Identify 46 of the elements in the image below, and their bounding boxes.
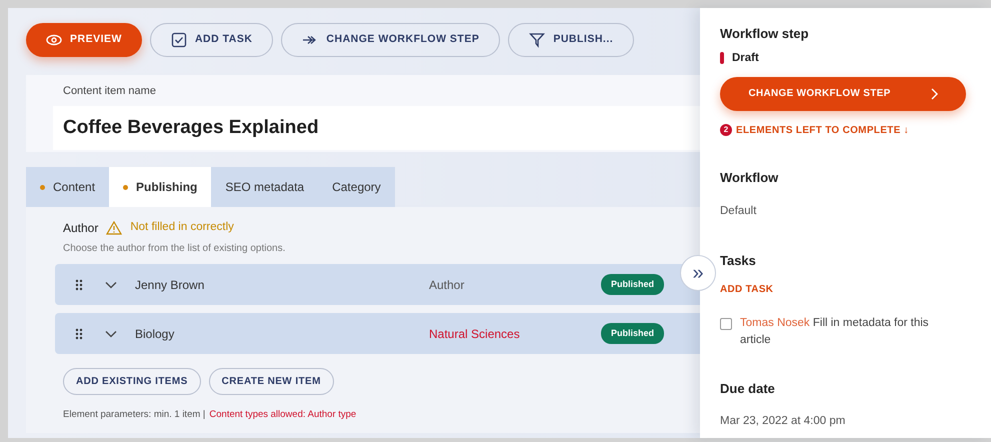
status-badge: Published xyxy=(601,322,664,344)
warning-text: Not filled in correctly xyxy=(130,220,234,236)
chevron-icon[interactable] xyxy=(105,280,117,288)
task-text: Tomas Nosek Fill in metadata for this article xyxy=(740,316,930,348)
item-name: Jenny Brown xyxy=(135,276,206,294)
parameters-text: Element parameters: min. 1 item | xyxy=(63,408,206,422)
toolbar-button[interactable]: PREVIEW xyxy=(26,23,142,57)
section-heading: Workflow xyxy=(720,168,780,187)
section-heading: Due date xyxy=(720,380,776,398)
hint-text: Choose the author from the list of existing options. xyxy=(63,242,286,256)
chevron-right-icon xyxy=(930,88,938,100)
element-label: Author xyxy=(63,220,98,237)
step-name: Draft xyxy=(732,50,759,66)
task-checkbox[interactable] xyxy=(720,318,732,330)
chevron-icon[interactable] xyxy=(105,330,117,338)
item-type: Author xyxy=(429,276,466,294)
field-label: Content item name xyxy=(63,84,157,99)
section-heading: Tasks xyxy=(720,252,757,270)
warning-icon xyxy=(106,221,122,235)
count-badge: 2 xyxy=(720,124,732,136)
toolbar-button[interactable]: ADD TASK xyxy=(150,23,274,57)
workflow-name: Default xyxy=(720,204,758,220)
item-type: Natural Sciences xyxy=(429,326,521,342)
expand-button[interactable]: » xyxy=(680,255,716,291)
drag-handle-icon[interactable] xyxy=(75,278,83,290)
item-name: Biology xyxy=(135,326,176,342)
toolbar-button[interactable]: CHANGE WORKFLOW STEP xyxy=(281,23,500,57)
name-field[interactable]: Coffee Beverages Explained xyxy=(53,106,700,150)
elements-left-link[interactable]: ELEMENTS LEFT TO COMPLETE ↓ xyxy=(736,122,909,138)
section-heading: Workflow step xyxy=(720,25,810,43)
status-badge: Published xyxy=(601,274,664,296)
tab[interactable]: Content xyxy=(26,167,110,207)
drag-handle-icon[interactable] xyxy=(75,328,83,340)
action-button[interactable]: ADD EXISTING ITEMS xyxy=(63,368,201,395)
change-step-button[interactable]: CHANGE WORKFLOW STEP xyxy=(720,76,966,111)
funnel-icon xyxy=(529,32,546,48)
checkbox-icon xyxy=(170,32,187,48)
toolbar-button[interactable]: PUBLISH... xyxy=(508,23,634,57)
content-types-text: Content types allowed: Author type xyxy=(209,408,356,422)
due-date: Mar 23, 2022 at 4:00 pm xyxy=(720,414,846,428)
tab[interactable]: Publishing xyxy=(109,167,212,207)
tab[interactable]: Category xyxy=(318,167,395,207)
tab[interactable]: SEO metadata xyxy=(211,167,318,207)
action-button[interactable]: CREATE NEW ITEM xyxy=(208,368,334,395)
add-task-link[interactable]: ADD TASK xyxy=(720,282,973,297)
eye-icon xyxy=(46,32,62,48)
